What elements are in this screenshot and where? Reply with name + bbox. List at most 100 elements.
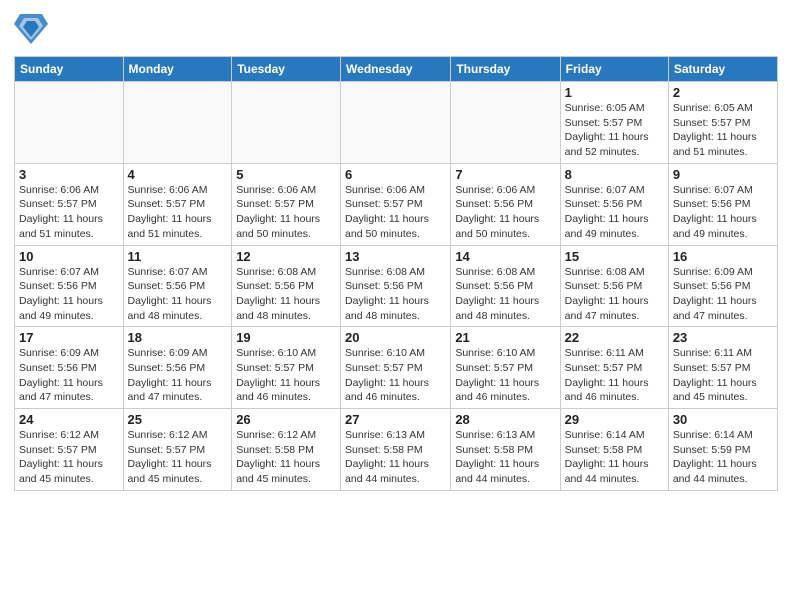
calendar-week-row: 17 Sunrise: 6:09 AM Sunset: 5:56 PM Dayligh…: [15, 327, 778, 409]
daylight-label: Daylight: 11 hours and 52 minutes.: [565, 131, 649, 158]
day-info: Sunrise: 6:12 AMSunset: 5:57 PMDaylight:…: [128, 428, 228, 487]
calendar-cell: 11Sunrise: 6:07 AMSunset: 5:56 PMDayligh…: [123, 245, 232, 327]
day-number: 17: [19, 330, 119, 345]
daylight-label: Daylight: 11 hours and 48 minutes.: [345, 295, 429, 322]
day-number: 12: [236, 249, 336, 264]
sunrise-label: Sunrise: 6:14 AM: [565, 429, 645, 441]
logo-row: [14, 10, 48, 48]
day-info: Sunrise: 6:13 AMSunset: 5:58 PMDaylight:…: [455, 428, 555, 487]
day-info: Sunrise: 6:08 AMSunset: 5:56 PMDaylight:…: [345, 265, 446, 324]
sunset-label: Sunset: 5:56 PM: [673, 198, 751, 210]
day-number: 27: [345, 412, 446, 427]
header: [14, 10, 778, 48]
daylight-label: Daylight: 11 hours and 46 minutes.: [455, 377, 539, 404]
sunset-label: Sunset: 5:59 PM: [673, 444, 751, 456]
calendar-week-row: 24Sunrise: 6:12 AMSunset: 5:57 PMDayligh…: [15, 409, 778, 491]
day-number: 7: [455, 167, 555, 182]
daylight-label: Daylight: 11 hours and 47 minutes.: [673, 295, 757, 322]
day-number: 3: [19, 167, 119, 182]
sunrise-label: Sunrise: 6:07 AM: [19, 266, 99, 278]
day-number: 20: [345, 330, 446, 345]
day-info: Sunrise: 6:12 AMSunset: 5:57 PMDaylight:…: [19, 428, 119, 487]
day-number: 2: [673, 85, 773, 100]
sunset-label: Sunset: 5:56 PM: [19, 280, 97, 292]
daylight-label: Daylight: 11 hours and 51 minutes.: [19, 213, 103, 240]
sunset-label: Sunset: 5:56 PM: [565, 198, 643, 210]
sunset-label: Sunset: 5:56 PM: [128, 362, 206, 374]
daylight-label: Daylight: 11 hours and 47 minutes.: [19, 377, 103, 404]
calendar-cell: 2Sunrise: 6:05 AMSunset: 5:57 PMDaylight…: [668, 82, 777, 164]
general-blue-icon: [14, 10, 48, 48]
sunrise-label: Sunrise: 6:08 AM: [455, 266, 535, 278]
day-number: 29: [565, 412, 664, 427]
day-number: 13: [345, 249, 446, 264]
weekday-header: Wednesday: [341, 57, 451, 82]
daylight-label: Daylight: 11 hours and 44 minutes.: [565, 458, 649, 485]
calendar-cell: 8Sunrise: 6:07 AMSunset: 5:56 PMDaylight…: [560, 163, 668, 245]
calendar-cell: 3Sunrise: 6:06 AMSunset: 5:57 PMDaylight…: [15, 163, 124, 245]
calendar-cell: 4Sunrise: 6:06 AMSunset: 5:57 PMDaylight…: [123, 163, 232, 245]
day-number: 4: [128, 167, 228, 182]
day-number: 21: [455, 330, 555, 345]
calendar-cell: 24Sunrise: 6:12 AMSunset: 5:57 PMDayligh…: [15, 409, 124, 491]
day-info: Sunrise: 6:06 AMSunset: 5:57 PMDaylight:…: [19, 183, 119, 242]
day-number: 30: [673, 412, 773, 427]
sunrise-label: Sunrise: 6:11 AM: [565, 347, 644, 359]
sunrise-label: Sunrise: 6:13 AM: [345, 429, 425, 441]
day-info: Sunrise: 6:07 AMSunset: 5:56 PMDaylight:…: [673, 183, 773, 242]
daylight-label: Daylight: 11 hours and 45 minutes.: [128, 458, 212, 485]
sunrise-label: Sunrise: 6:08 AM: [565, 266, 645, 278]
sunset-label: Sunset: 5:57 PM: [565, 362, 643, 374]
sunrise-label: Sunrise: 6:11 AM: [673, 347, 752, 359]
sunrise-label: Sunrise: 6:06 AM: [345, 184, 425, 196]
sunrise-label: Sunrise: 6:08 AM: [345, 266, 425, 278]
day-info: Sunrise: 6:10 AMSunset: 5:57 PMDaylight:…: [345, 346, 446, 405]
daylight-label: Daylight: 11 hours and 49 minutes.: [19, 295, 103, 322]
sunset-label: Sunset: 5:57 PM: [673, 362, 751, 374]
daylight-label: Daylight: 11 hours and 48 minutes.: [128, 295, 212, 322]
daylight-label: Daylight: 11 hours and 48 minutes.: [236, 295, 320, 322]
day-info: Sunrise: 6:12 AMSunset: 5:58 PMDaylight:…: [236, 428, 336, 487]
calendar-table: SundayMondayTuesdayWednesdayThursdayFrid…: [14, 56, 778, 491]
day-number: 18: [128, 330, 228, 345]
weekday-header: Saturday: [668, 57, 777, 82]
day-number: 28: [455, 412, 555, 427]
daylight-label: Daylight: 11 hours and 50 minutes.: [345, 213, 429, 240]
daylight-label: Daylight: 11 hours and 46 minutes.: [236, 377, 320, 404]
sunset-label: Sunset: 5:57 PM: [128, 444, 206, 456]
day-number: 8: [565, 167, 664, 182]
daylight-label: Daylight: 11 hours and 46 minutes.: [345, 377, 429, 404]
day-number: 10: [19, 249, 119, 264]
day-number: 24: [19, 412, 119, 427]
daylight-label: Daylight: 11 hours and 44 minutes.: [673, 458, 757, 485]
sunset-label: Sunset: 5:58 PM: [565, 444, 643, 456]
sunrise-label: Sunrise: 6:09 AM: [128, 347, 208, 359]
page: SundayMondayTuesdayWednesdayThursdayFrid…: [0, 0, 792, 612]
calendar-cell: [232, 82, 341, 164]
sunrise-label: Sunrise: 6:10 AM: [345, 347, 425, 359]
daylight-label: Daylight: 11 hours and 45 minutes.: [19, 458, 103, 485]
sunset-label: Sunset: 5:57 PM: [128, 198, 206, 210]
calendar-cell: 1Sunrise: 6:05 AMSunset: 5:57 PMDaylight…: [560, 82, 668, 164]
day-info: Sunrise: 6:05 AMSunset: 5:57 PMDaylight:…: [565, 101, 664, 160]
day-info: Sunrise: 6:06 AMSunset: 5:57 PMDaylight:…: [236, 183, 336, 242]
weekday-header: Thursday: [451, 57, 560, 82]
logo-wrapper: [14, 10, 48, 48]
calendar-cell: 15Sunrise: 6:08 AMSunset: 5:56 PMDayligh…: [560, 245, 668, 327]
day-info: Sunrise: 6:09 AMSunset: 5:56 PMDaylight:…: [673, 265, 773, 324]
daylight-label: Daylight: 11 hours and 44 minutes.: [345, 458, 429, 485]
day-info: Sunrise: 6:14 AMSunset: 5:59 PMDaylight:…: [673, 428, 773, 487]
daylight-label: Daylight: 11 hours and 47 minutes.: [565, 295, 649, 322]
calendar-cell: 22Sunrise: 6:11 AMSunset: 5:57 PMDayligh…: [560, 327, 668, 409]
day-info: Sunrise: 6:11 AMSunset: 5:57 PMDaylight:…: [673, 346, 773, 405]
sunrise-label: Sunrise: 6:05 AM: [673, 102, 753, 114]
day-info: Sunrise: 6:06 AMSunset: 5:57 PMDaylight:…: [345, 183, 446, 242]
sunset-label: Sunset: 5:57 PM: [236, 362, 314, 374]
calendar-cell: 17Sunrise: 6:09 AMSunset: 5:56 PMDayligh…: [15, 327, 124, 409]
sunset-label: Sunset: 5:57 PM: [236, 198, 314, 210]
day-number: 6: [345, 167, 446, 182]
sunset-label: Sunset: 5:58 PM: [345, 444, 423, 456]
sunset-label: Sunset: 5:57 PM: [673, 117, 751, 129]
calendar-cell: 14Sunrise: 6:08 AMSunset: 5:56 PMDayligh…: [451, 245, 560, 327]
daylight-label: Daylight: 11 hours and 49 minutes.: [673, 213, 757, 240]
